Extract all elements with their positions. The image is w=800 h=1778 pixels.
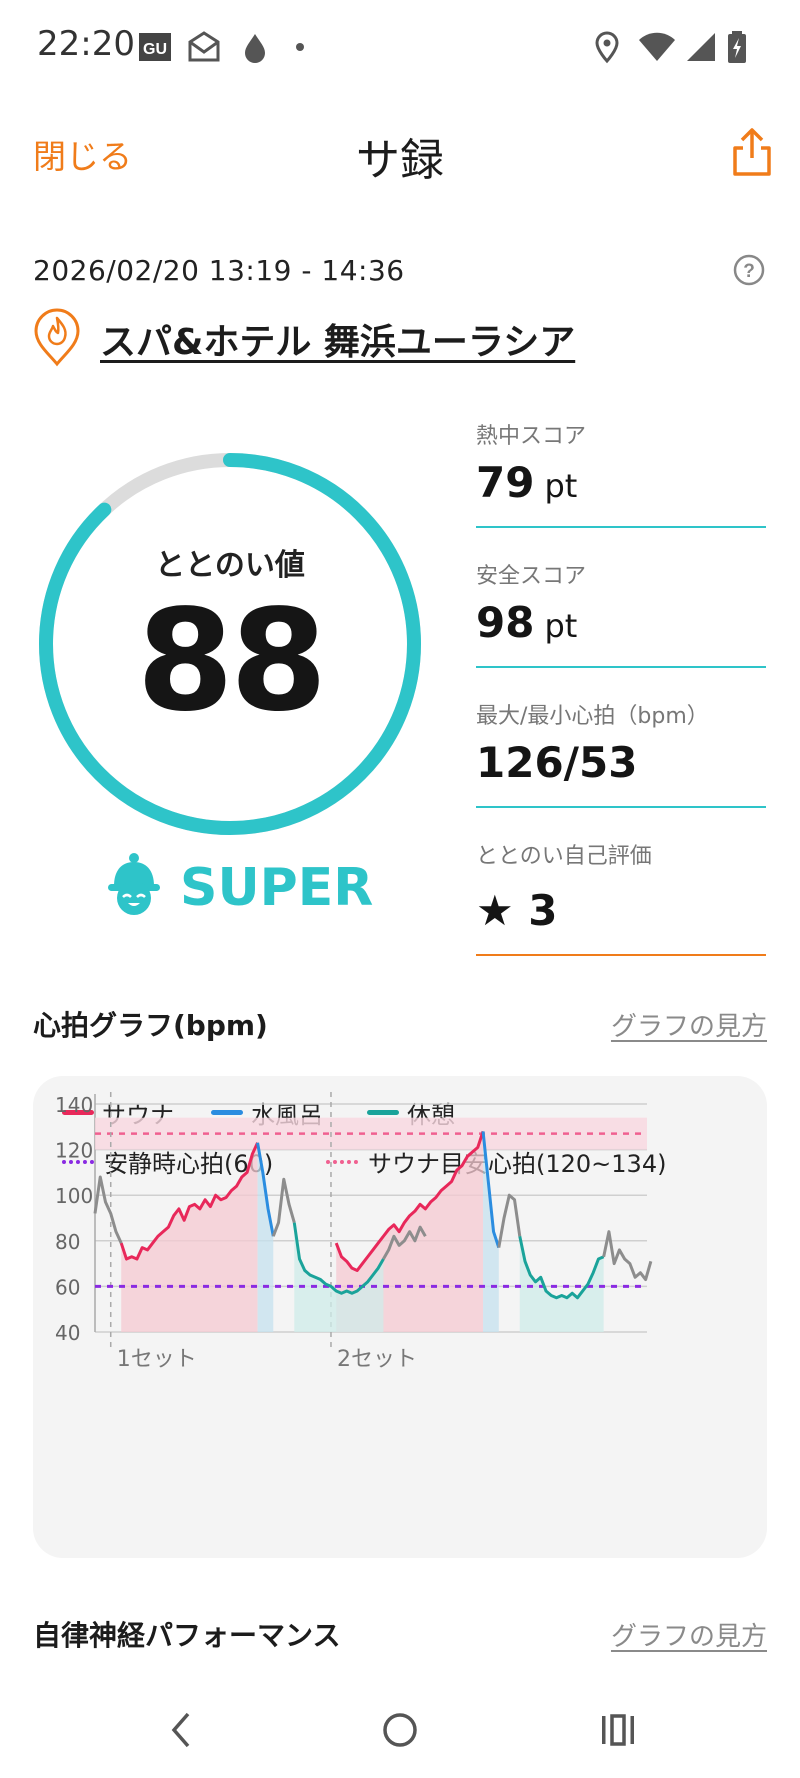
metric-value: 126/53 xyxy=(476,738,638,787)
series-line-other xyxy=(93,1175,123,1244)
svg-text:GU: GU xyxy=(143,41,167,58)
divider xyxy=(476,954,766,956)
y-tick-label: 140 xyxy=(55,1093,93,1117)
metric-heat-score: 熱中スコア 79 pt xyxy=(476,418,766,528)
y-tick-label: 100 xyxy=(55,1184,93,1208)
drop-icon xyxy=(245,34,265,63)
wifi-icon xyxy=(639,32,675,61)
sauna-location-icon xyxy=(34,308,80,367)
home-icon[interactable] xyxy=(370,1700,430,1760)
location-icon xyxy=(595,31,619,64)
session-datetime: 2026/02/20 13:19 - 14:36 xyxy=(33,254,405,287)
metric-heart-rate: 最大/最小心拍（bpm） 126/53 xyxy=(476,698,766,808)
score-value: 88 xyxy=(136,580,328,743)
battery-charging-icon xyxy=(728,31,746,63)
series-area xyxy=(121,1142,258,1332)
metric-safety-score: 安全スコア 98 pt xyxy=(476,558,766,668)
metric-label: 熱中スコア xyxy=(476,424,587,449)
series-line-other xyxy=(602,1230,653,1282)
series-area xyxy=(519,1236,604,1332)
rank-label: SUPER xyxy=(180,858,374,918)
mail-icon xyxy=(188,31,220,62)
metric-label: 安全スコア xyxy=(476,564,587,589)
status-time: 22:20 xyxy=(37,24,135,64)
autonomic-help-link[interactable]: グラフの見方 xyxy=(611,1616,767,1653)
y-tick-label: 40 xyxy=(55,1321,80,1345)
page-title: サ録 xyxy=(356,135,444,186)
heart-rate-chart: 140 120 100 80 60 40 1セット 2セット xyxy=(55,1092,653,1372)
dot-icon xyxy=(296,43,304,51)
divider xyxy=(476,526,766,528)
autonomic-title: 自律神経パフォーマンス xyxy=(33,1619,341,1652)
help-icon[interactable]: ? xyxy=(733,254,765,286)
y-tick-label: 80 xyxy=(55,1230,80,1254)
set-label: 2セット xyxy=(337,1347,417,1372)
y-tick-label: 60 xyxy=(55,1275,80,1299)
set-label: 1セット xyxy=(117,1347,197,1372)
y-tick-label: 120 xyxy=(55,1139,93,1163)
metric-value: 79 pt xyxy=(476,458,578,507)
status-bar: 22:20 GU xyxy=(0,0,800,92)
metric-self-rating[interactable]: ととのい自己評価 ★ 3 xyxy=(476,838,766,956)
series-line-other xyxy=(497,1193,522,1248)
recents-icon[interactable] xyxy=(588,1700,648,1760)
heart-graph-help-link[interactable]: グラフの見方 xyxy=(611,1006,767,1043)
gu-icon: GU xyxy=(139,33,171,61)
divider xyxy=(476,666,766,668)
metric-label: ととのい自己評価 xyxy=(476,844,652,869)
divider xyxy=(476,806,766,808)
metric-value: ★ 3 xyxy=(476,886,558,935)
score-label: ととのい値 xyxy=(155,548,305,583)
heart-graph-title: 心拍グラフ(bpm) xyxy=(33,1009,268,1042)
series-area xyxy=(257,1142,274,1332)
metric-label: 最大/最小心拍（bpm） xyxy=(476,704,709,729)
sauna-hat-icon xyxy=(108,853,160,915)
signal-icon xyxy=(687,33,715,61)
svg-text:?: ? xyxy=(743,261,755,282)
share-icon[interactable] xyxy=(730,126,774,178)
metric-value: 98 pt xyxy=(476,598,578,647)
series-line-other xyxy=(271,1177,296,1237)
back-icon[interactable] xyxy=(152,1700,212,1760)
facility-link[interactable]: スパ&ホテル 舞浜ユーラシア xyxy=(100,313,575,365)
